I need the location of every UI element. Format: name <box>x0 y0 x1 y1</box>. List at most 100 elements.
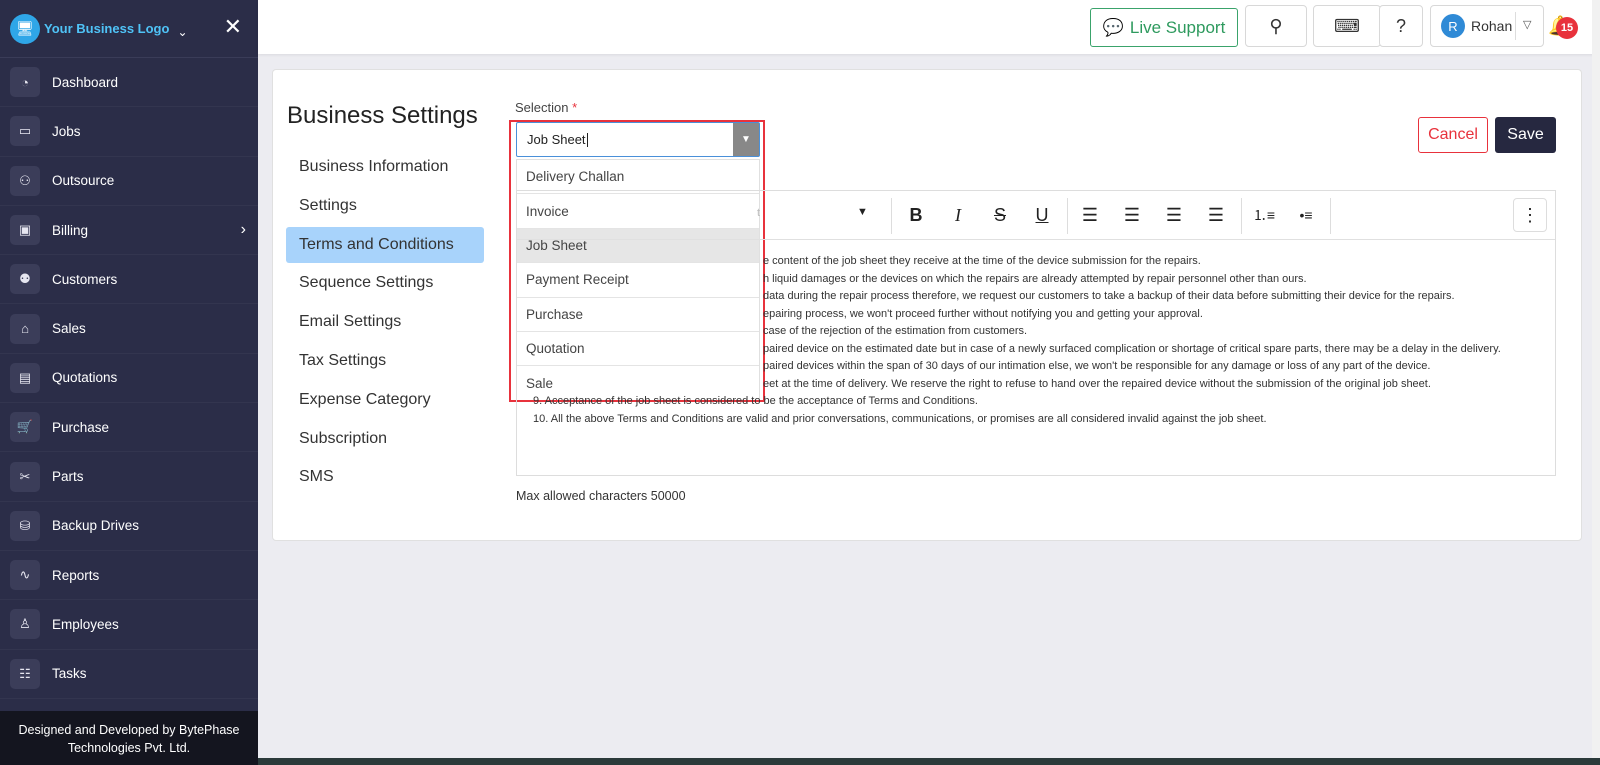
sidebar-footer: Designed and Developed by BytePhase Tech… <box>0 711 258 765</box>
settings-nav-tax-settings[interactable]: Tax Settings <box>286 343 484 379</box>
unordered-list-icon[interactable]: •≡ <box>1292 202 1320 228</box>
sidebar-item-jobs[interactable]: ▭ Jobs <box>0 107 258 157</box>
align-justify-icon[interactable]: ☰ <box>1202 202 1230 228</box>
selection-input[interactable]: Job Sheet ▼ <box>516 122 760 157</box>
purchase-icon: 🛒 <box>10 412 40 443</box>
sidebar: 🖥 Your Business Logo ⌄ ✕ ◔ Dashboard ▭ Jobs… <box>0 0 258 765</box>
sidebar-item-label: Sales <box>52 321 86 337</box>
more-options-icon[interactable]: ⋮ <box>1513 198 1547 232</box>
underline-icon[interactable]: U <box>1028 202 1056 228</box>
settings-nav-email-settings[interactable]: Email Settings <box>286 304 484 340</box>
required-mark: * <box>572 100 578 115</box>
sidebar-item-sales[interactable]: ⌂ Sales <box>0 304 258 354</box>
align-left-icon[interactable]: ☰ <box>1076 202 1104 228</box>
editor-content[interactable]: e content of the job sheet they receive … <box>517 241 1555 475</box>
settings-nav-subscription[interactable]: Subscription <box>286 421 484 457</box>
sidebar-menu: ◔ Dashboard ▭ Jobs ⚇ Outsource ▣ Billing › ⚉ Custo… <box>0 58 258 699</box>
live-support-label: Live Support <box>1129 17 1226 37</box>
user-menu[interactable]: R Rohan ▽ <box>1430 5 1544 47</box>
ordered-list-icon[interactable]: ⒈≡ <box>1250 202 1278 228</box>
backup-icon: ⛁ <box>10 510 40 541</box>
sidebar-item-label: Quotations <box>52 370 118 386</box>
sidebar-item-employees[interactable]: ♙ Employees <box>0 600 258 650</box>
terms-line: case of the rejection of the estimation … <box>763 325 1028 337</box>
sidebar-item-purchase[interactable]: 🛒 Purchase <box>0 403 258 453</box>
sidebar-item-label: Reports <box>52 567 100 583</box>
page-scrollbar[interactable] <box>1592 0 1600 765</box>
tasks-icon: ☷ <box>10 658 40 689</box>
bold-icon[interactable]: B <box>902 202 930 228</box>
search-button[interactable]: ⚲ <box>1245 5 1307 47</box>
live-support-button[interactable]: 💬 Live Support <box>1090 8 1238 47</box>
sidebar-item-label: Tasks <box>52 666 87 682</box>
terms-line: 9. Acceptance of the job sheet is consid… <box>533 395 978 407</box>
settings-nav-sms[interactable]: SMS <box>286 459 484 495</box>
font-dropdown-icon[interactable]: ▼ <box>857 206 868 218</box>
bottom-strip <box>258 758 1600 765</box>
keyboard-button[interactable]: ⌨ <box>1313 5 1381 47</box>
settings-nav-business-information[interactable]: Business Information <box>286 149 484 185</box>
align-right-icon[interactable]: ☰ <box>1160 202 1188 228</box>
avatar: R <box>1441 14 1465 38</box>
sidebar-item-backup-drives[interactable]: ⛁ Backup Drives <box>0 502 258 551</box>
close-icon[interactable]: ✕ <box>224 16 242 38</box>
settings-nav-expense-category[interactable]: Expense Category <box>286 382 484 418</box>
sidebar-header: 🖥 Your Business Logo ⌄ ✕ <box>0 0 258 58</box>
sidebar-item-dashboard[interactable]: ◔ Dashboard <box>0 58 258 108</box>
sidebar-item-tasks[interactable]: ☷ Tasks <box>0 650 258 699</box>
toolbar-divider <box>891 198 892 234</box>
sidebar-item-billing[interactable]: ▣ Billing › <box>0 206 258 256</box>
save-button[interactable]: Save <box>1495 117 1556 153</box>
italic-icon[interactable]: I <box>944 202 972 228</box>
caret-down-icon[interactable]: ▽ <box>1523 18 1531 31</box>
dashboard-icon: ◔ <box>10 67 40 98</box>
editor-toolbar: t ▼ B I S U ☰ ☰ ☰ ☰ ⒈≡ •≡ ⋮ <box>517 191 1555 240</box>
selection-value: Job Sheet <box>527 132 586 147</box>
page-title: Business Settings <box>287 102 478 129</box>
font-select-placeholder: t <box>757 207 761 219</box>
chevron-down-icon[interactable]: ⌄ <box>177 25 187 39</box>
settings-nav-settings[interactable]: Settings <box>286 188 484 224</box>
cancel-button[interactable]: Cancel <box>1418 117 1488 153</box>
sidebar-item-parts[interactable]: ✂ Parts <box>0 452 258 502</box>
billing-icon: ▣ <box>10 215 40 246</box>
reports-icon: ∿ <box>10 560 40 591</box>
sidebar-item-label: Outsource <box>52 173 115 189</box>
top-bar: 💬 Live Support ⚲ ⌨ ? R Rohan ▽ 🔔 15 <box>258 0 1600 54</box>
employees-icon: ♙ <box>10 609 40 640</box>
strikethrough-icon[interactable]: S <box>986 202 1014 228</box>
chat-icon: 💬 <box>1102 17 1124 37</box>
user-name: Rohan <box>1471 18 1513 34</box>
terms-line: paired device on the estimated date but … <box>763 342 1501 355</box>
sidebar-item-customers[interactable]: ⚉ Customers <box>0 255 258 305</box>
customers-icon: ⚉ <box>10 264 40 295</box>
sidebar-item-label: Backup Drives <box>52 518 140 534</box>
sidebar-item-label: Jobs <box>52 123 81 139</box>
selection-label: Selection * <box>515 100 577 115</box>
terms-line: epairing process, we won't proceed furth… <box>763 307 1203 320</box>
logo-text[interactable]: Your Business Logo <box>44 21 169 36</box>
chevron-right-icon[interactable]: › <box>241 221 246 239</box>
settings-nav-sequence-settings[interactable]: Sequence Settings <box>286 265 484 301</box>
search-icon: ⚲ <box>1269 15 1283 36</box>
jobs-icon: ▭ <box>10 116 40 147</box>
sidebar-item-label: Billing <box>52 222 89 238</box>
parts-icon: ✂ <box>10 461 40 492</box>
terms-line: paired devices within the span of 30 day… <box>763 360 1431 372</box>
settings-card: Business Settings Business Information Se… <box>272 69 1582 541</box>
toolbar-divider <box>1241 198 1242 234</box>
sidebar-item-label: Customers <box>52 271 118 287</box>
help-button[interactable]: ? <box>1379 5 1423 47</box>
quotations-icon: ▤ <box>10 362 40 393</box>
sidebar-item-label: Purchase <box>52 419 110 435</box>
sidebar-item-reports[interactable]: ∿ Reports <box>0 551 258 601</box>
logo-icon: 🖥 <box>10 13 40 44</box>
settings-nav-terms-and-conditions[interactable]: Terms and Conditions <box>286 226 484 263</box>
footer-line-2: Technologies Pvt. Ltd. <box>67 741 191 755</box>
sidebar-item-quotations[interactable]: ▤ Quotations <box>0 354 258 404</box>
sidebar-item-outsource[interactable]: ⚇ Outsource <box>0 157 258 206</box>
align-center-icon[interactable]: ☰ <box>1118 202 1146 228</box>
rich-text-editor: t ▼ B I S U ☰ ☰ ☰ ☰ ⒈≡ •≡ ⋮ e content of… <box>516 190 1556 476</box>
dropdown-arrow-icon[interactable]: ▼ <box>733 123 759 156</box>
user-divider <box>1515 12 1516 40</box>
